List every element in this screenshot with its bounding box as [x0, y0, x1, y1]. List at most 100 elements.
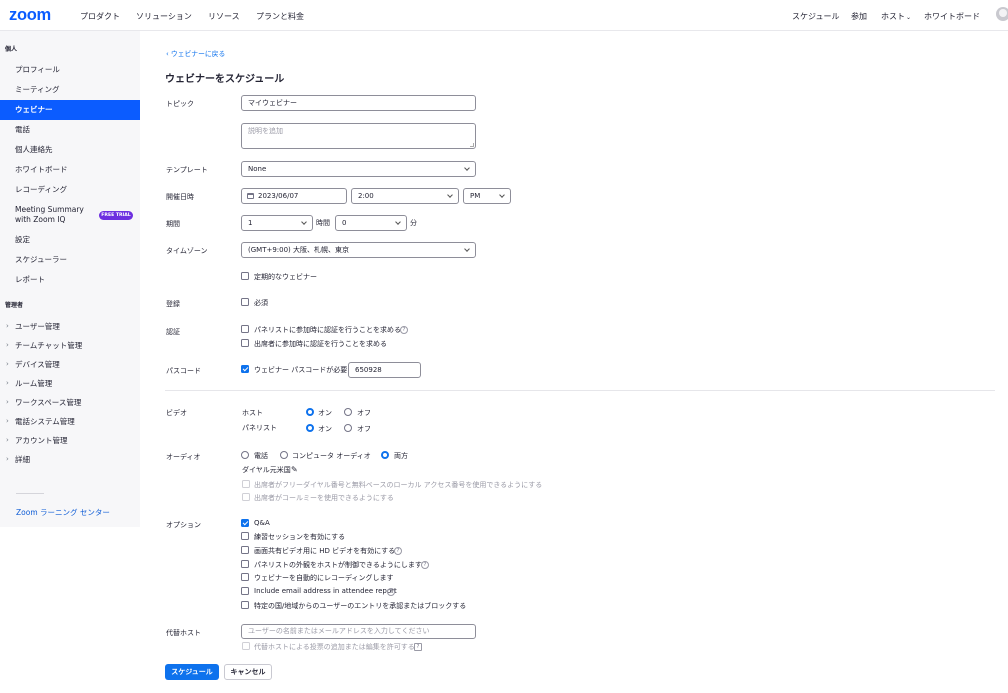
hours-unit: 時間 — [316, 219, 330, 227]
sidebar-item-recordings[interactable]: レコーディング — [0, 180, 140, 200]
sidebar-item-meetings[interactable]: ミーティング — [0, 80, 140, 100]
panelist-auth-checkbox[interactable] — [241, 325, 249, 333]
sidebar-item-account[interactable]: › アカウント管理 — [0, 431, 140, 450]
sidebar-item-label: ワークスペース管理 — [15, 398, 82, 407]
nav-products[interactable]: プロダクト — [80, 11, 120, 22]
help-icon[interactable]: ? — [387, 588, 395, 596]
options-label: オプション — [166, 521, 201, 529]
host-video-off-radio[interactable] — [344, 408, 352, 416]
alt-host-input[interactable]: ユーザーの名前またはメールアドレスを入力してください — [241, 624, 476, 639]
template-select[interactable]: None — [241, 161, 476, 177]
hd-video-checkbox[interactable] — [241, 546, 249, 554]
practice-session-checkbox[interactable] — [241, 532, 249, 540]
duration-minutes-select[interactable]: 0 — [335, 215, 407, 231]
registration-required-checkbox[interactable] — [241, 298, 249, 306]
audio-both-label: 両方 — [394, 452, 408, 460]
zoom-logo[interactable]: zoom — [9, 6, 51, 25]
hd-video-label: 画面共有ビデオ用に HD ビデオを有効にする — [254, 547, 396, 555]
sidebar-item-profile[interactable]: プロフィール — [0, 60, 140, 80]
dial-from-label: ダイヤル元米国 — [242, 466, 291, 474]
back-link[interactable]: ‹ ウェビナーに戻る — [166, 48, 225, 58]
nav-schedule[interactable]: スケジュール — [792, 11, 839, 22]
description-placeholder: 説明を追加 — [248, 127, 283, 135]
attendee-auth-checkbox[interactable] — [241, 339, 249, 347]
time-select[interactable]: 2:00 — [351, 188, 459, 204]
panelist-video-on-radio[interactable] — [306, 424, 314, 432]
minutes-unit: 分 — [410, 219, 417, 227]
host-video-off-label: オフ — [357, 409, 371, 417]
duration-hours-select[interactable]: 1 — [241, 215, 313, 231]
audio-computer-radio[interactable] — [280, 451, 288, 459]
nav-solutions[interactable]: ソリューション — [136, 11, 192, 22]
sidebar-item-user-management[interactable]: › ユーザー管理 — [0, 317, 140, 336]
sidebar-item-phone-system[interactable]: › 電話システム管理 — [0, 412, 140, 431]
sidebar-item-rooms[interactable]: › ルーム管理 — [0, 374, 140, 393]
info-icon[interactable]: ? — [414, 643, 422, 651]
sidebar-item-phone[interactable]: 電話 — [0, 120, 140, 140]
sidebar-item-contacts[interactable]: 個人連絡先 — [0, 140, 140, 160]
pencil-icon[interactable]: ✎ — [291, 465, 298, 474]
nav-resources[interactable]: リソース — [208, 11, 240, 22]
sidebar-item-scheduler[interactable]: スケジューラー — [0, 250, 140, 270]
help-icon[interactable]: ? — [421, 561, 429, 569]
include-email-checkbox[interactable] — [241, 587, 249, 595]
help-icon[interactable]: ? — [394, 547, 402, 555]
audio-computer-label: コンピュータ オーディオ — [292, 452, 371, 460]
passcode-label: パスコード — [166, 367, 201, 375]
sidebar-item-advanced[interactable]: › 詳細 — [0, 450, 140, 469]
timezone-label: タイムゾーン — [166, 247, 208, 255]
nav-whiteboard[interactable]: ホワイトボード — [924, 11, 980, 22]
description-textarea[interactable]: 説明を追加 — [241, 123, 476, 149]
sidebar-item-workspaces[interactable]: › ワークスペース管理 — [0, 393, 140, 412]
panelist-video-off-radio[interactable] — [344, 424, 352, 432]
nav-host-label: ホスト — [881, 12, 905, 21]
chevron-down-icon: ⌄ — [906, 14, 912, 21]
avatar[interactable] — [996, 7, 1008, 21]
alt-host-poll-checkbox[interactable] — [242, 642, 250, 650]
passcode-checkbox[interactable] — [241, 365, 249, 373]
date-picker[interactable]: 2023/06/07 — [241, 188, 347, 204]
chevron-right-icon: › — [6, 322, 9, 330]
sidebar-item-whiteboard[interactable]: ホワイトボード — [0, 160, 140, 180]
datetime-label: 開催日時 — [166, 193, 194, 201]
date-value: 2023/06/07 — [258, 192, 299, 200]
topic-input[interactable]: マイウェビナー — [241, 95, 476, 111]
audio-both-radio[interactable] — [381, 451, 389, 459]
cancel-button[interactable]: キャンセル — [224, 664, 272, 680]
nav-join[interactable]: 参加 — [851, 11, 867, 22]
learning-center-link[interactable]: Zoom ラーニング センター — [16, 507, 110, 518]
passcode-input[interactable]: 650928 — [348, 362, 421, 378]
schedule-button[interactable]: スケジュール — [165, 664, 219, 680]
region-block-checkbox[interactable] — [241, 601, 249, 609]
sidebar-item-webinars[interactable]: ウェビナー — [0, 100, 140, 120]
ampm-select[interactable]: PM — [463, 188, 511, 204]
sidebar-item-reports[interactable]: レポート — [0, 270, 140, 290]
recurring-label: 定期的なウェビナー — [254, 273, 317, 281]
sidebar-item-label: 詳細 — [15, 455, 30, 464]
panelist-appearance-checkbox[interactable] — [241, 560, 249, 568]
nav-pricing[interactable]: プランと料金 — [256, 11, 304, 22]
recurring-checkbox[interactable] — [241, 272, 249, 280]
auto-record-checkbox[interactable] — [241, 573, 249, 581]
sidebar-item-meeting-summary[interactable]: Meeting Summary with Zoom IQ — [0, 204, 92, 228]
toll-free-checkbox[interactable] — [242, 480, 250, 488]
practice-session-label: 練習セッションを有効にする — [254, 533, 346, 541]
sidebar-item-settings[interactable]: 設定 — [0, 230, 140, 250]
host-video-on-radio[interactable] — [306, 408, 314, 416]
call-me-label: 出席者がコールミーを使用できるようにする — [254, 494, 394, 502]
auth-label: 認証 — [166, 328, 180, 336]
sidebar-section-personal: 個人 — [5, 46, 18, 53]
sidebar-item-devices[interactable]: › デバイス管理 — [0, 355, 140, 374]
section-divider — [165, 390, 995, 391]
qa-checkbox[interactable] — [241, 519, 249, 527]
nav-host[interactable]: ホスト⌄ — [881, 11, 911, 22]
call-me-checkbox[interactable] — [242, 493, 250, 501]
audio-phone-radio[interactable] — [241, 451, 249, 459]
resize-grip-icon[interactable] — [470, 143, 474, 147]
back-link-label: ウェビナーに戻る — [170, 50, 226, 58]
help-icon[interactable]: ? — [400, 326, 408, 334]
duration-label: 期間 — [166, 220, 180, 228]
audio-label: オーディオ — [166, 453, 201, 461]
timezone-select[interactable]: (GMT+9:00) 大阪、札幌、東京 — [241, 242, 476, 258]
sidebar-item-team-chat[interactable]: › チームチャット管理 — [0, 336, 140, 355]
